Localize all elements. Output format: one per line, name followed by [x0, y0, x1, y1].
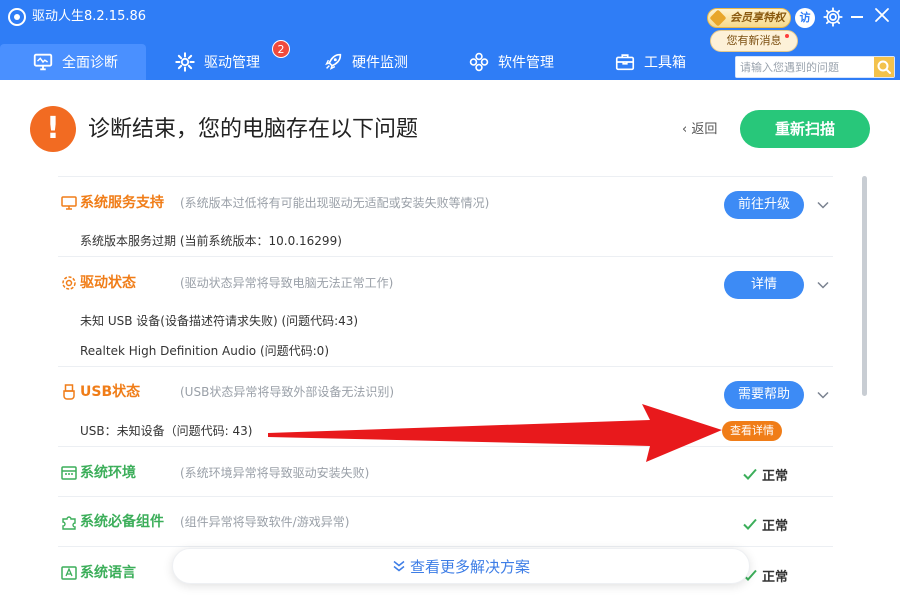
rocket-icon	[325, 53, 342, 70]
section-title-system-service: 系统服务支持	[80, 195, 164, 211]
driver-update-count-badge: 2	[272, 40, 290, 58]
close-icon[interactable]	[874, 7, 890, 23]
app-logo-icon	[8, 8, 26, 26]
section-description: (USB状态异常将导致外部设备无法识别)	[180, 385, 394, 399]
gear-icon	[175, 52, 195, 72]
message-label: 您有新消息	[726, 34, 782, 47]
chevron-down-icon[interactable]	[816, 198, 830, 212]
diamond-icon	[709, 9, 727, 27]
language-icon	[61, 566, 77, 580]
chevron-down-icon[interactable]	[816, 278, 830, 292]
search-icon	[877, 60, 891, 74]
section-description: (驱动状态异常将导致电脑无法正常工作)	[180, 276, 394, 290]
user-avatar[interactable]: 访	[795, 8, 815, 28]
vip-privilege-badge[interactable]: 会员享特权	[707, 8, 791, 28]
chevron-left-icon: ‹	[682, 122, 688, 137]
usb-icon	[63, 384, 75, 400]
monitor-icon	[61, 196, 77, 210]
status-normal: 正常	[742, 514, 788, 534]
double-chevron-down-icon	[393, 560, 405, 572]
tab-software-management[interactable]: 软件管理	[468, 44, 554, 80]
detail-line: 系统版本服务过期 (当前系统版本：10.0.16299)	[80, 234, 342, 248]
divider	[58, 256, 833, 257]
tab-label: 软件管理	[498, 55, 554, 71]
tab-label: 硬件监测	[352, 55, 408, 71]
tab-label: 驱动管理	[204, 55, 260, 71]
monitor-icon	[33, 53, 53, 71]
section-description: (系统环境异常将导致驱动安装失败)	[180, 466, 370, 480]
exclamation-warning-icon: !	[30, 106, 76, 152]
divider	[58, 446, 833, 447]
tab-toolbox[interactable]: 工具箱	[614, 44, 686, 80]
apps-icon	[469, 52, 489, 72]
detail-line: USB：未知设备（问题代码: 43)	[80, 424, 253, 438]
window-icon	[61, 466, 77, 480]
need-help-button[interactable]: 需要帮助	[724, 381, 804, 409]
more-solutions-button[interactable]: 查看更多解决方案	[172, 548, 750, 584]
divider	[58, 546, 833, 547]
section-title-usb-status: USB状态	[80, 384, 141, 400]
section-title-system-language: 系统语言	[80, 565, 136, 581]
check-icon	[743, 468, 757, 480]
detail-line: Realtek High Definition Audio (问题代码:0)	[80, 344, 330, 358]
section-title-essential-components: 系统必备组件	[80, 514, 164, 530]
back-button[interactable]: ‹ 返回	[682, 120, 717, 140]
tab-label: 工具箱	[644, 55, 686, 71]
divider	[58, 366, 833, 367]
section-description: (组件异常将导致软件/游戏异常)	[180, 515, 350, 529]
status-label: 正常	[762, 569, 789, 585]
tab-label: 全面诊断	[62, 55, 118, 71]
diagnosis-list: 系统服务支持 (系统版本过低将有可能出现驱动无适配或安装失败等情况) 前往升级 …	[58, 176, 833, 600]
details-button[interactable]: 详情	[724, 271, 804, 299]
window-title: 驱动人生8.2.15.86	[32, 9, 147, 24]
divider	[58, 496, 833, 497]
minimize-icon[interactable]	[851, 16, 863, 18]
puzzle-icon	[62, 516, 76, 530]
toolbox-icon	[615, 54, 635, 71]
main-nav: 全面诊断 驱动管理 硬件监测 软件管理 工具箱	[0, 44, 730, 80]
upgrade-button[interactable]: 前往升级	[724, 191, 804, 219]
status-normal: 正常	[742, 464, 788, 484]
status-label: 正常	[762, 518, 789, 534]
search-input[interactable]	[736, 57, 874, 77]
page-title: 诊断结束，您的电脑存在以下问题	[88, 117, 419, 142]
vip-label: 会员享特权	[730, 11, 785, 24]
tab-hardware-monitor[interactable]: 硬件监测	[322, 44, 408, 80]
view-details-button[interactable]: 查看详情	[722, 421, 782, 441]
settings-gear-icon[interactable]	[822, 6, 844, 28]
check-icon	[743, 518, 757, 530]
section-description: (系统版本过低将有可能出现驱动无适配或安装失败等情况)	[180, 196, 490, 210]
status-label: 正常	[762, 468, 789, 484]
search-button[interactable]	[874, 57, 894, 77]
chevron-down-icon[interactable]	[816, 388, 830, 402]
tab-full-diagnosis[interactable]: 全面诊断	[0, 44, 146, 80]
search-box	[735, 56, 895, 78]
section-title-system-env: 系统环境	[80, 465, 136, 481]
gear-icon	[62, 276, 76, 290]
back-label: 返回	[691, 122, 718, 137]
tab-driver-management[interactable]: 驱动管理	[174, 44, 260, 80]
scrollbar[interactable]	[862, 176, 867, 396]
detail-line: 未知 USB 设备(设备描述符请求失败) (问题代码:43)	[80, 314, 359, 328]
section-title-driver-status: 驱动状态	[80, 275, 136, 291]
unread-dot	[785, 34, 789, 38]
rescan-button[interactable]: 重新扫描	[740, 110, 870, 148]
more-solutions-label: 查看更多解决方案	[409, 557, 530, 576]
divider	[58, 176, 833, 177]
